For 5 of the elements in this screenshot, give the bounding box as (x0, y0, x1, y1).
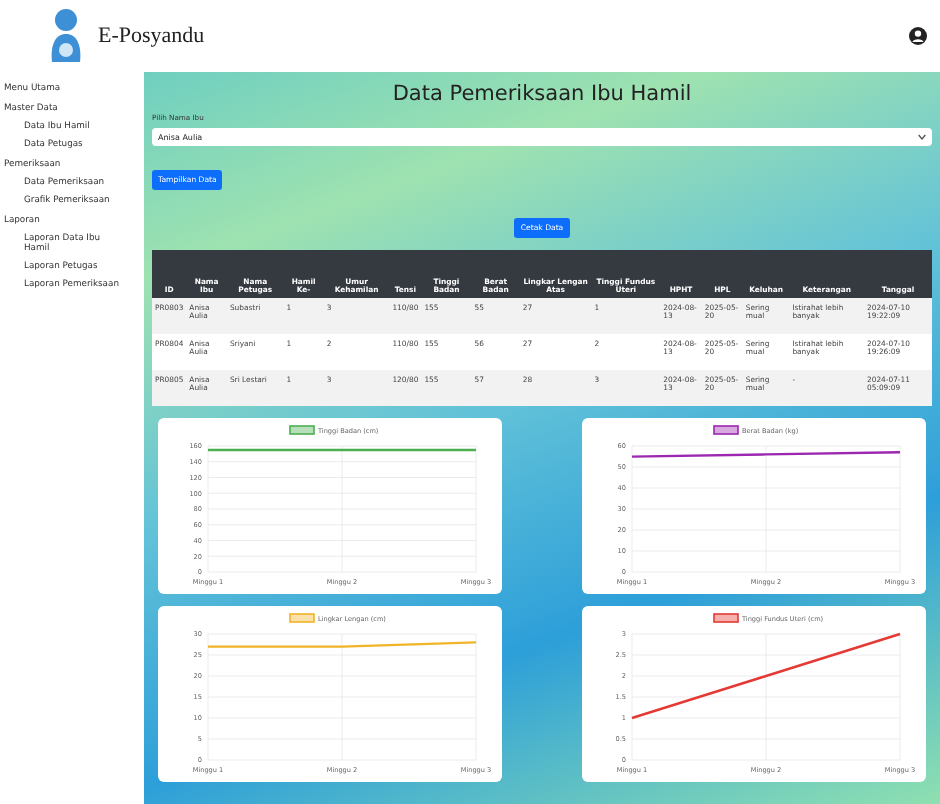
page-title: Data Pemeriksaan Ibu Hamil (390, 82, 694, 106)
app-title: E-Posyandu (98, 24, 205, 48)
person-logo-icon (50, 8, 82, 64)
chevron-icon (918, 134, 926, 140)
user-icon[interactable] (908, 26, 928, 46)
